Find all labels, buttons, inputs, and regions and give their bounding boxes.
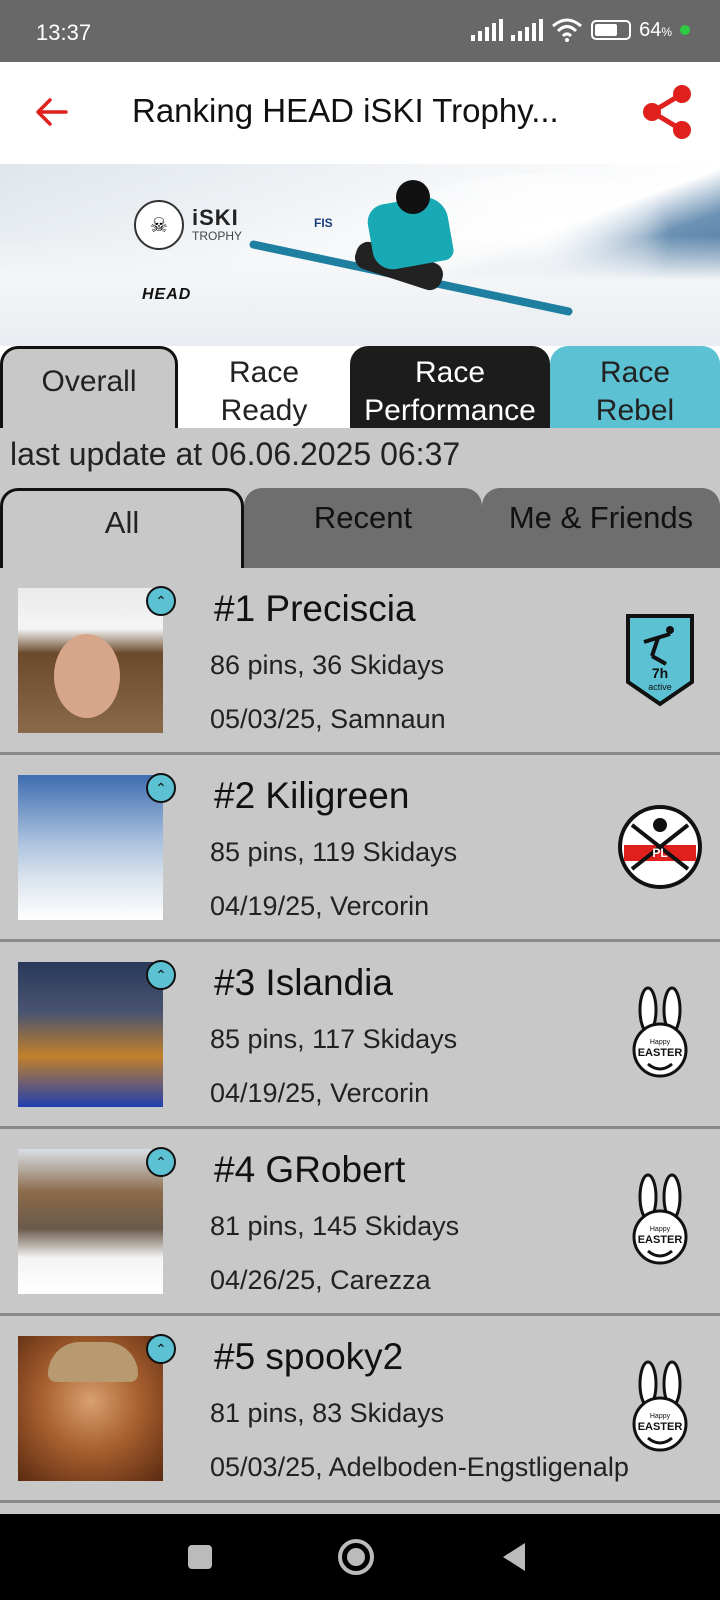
list-item[interactable]: ⌃ #1 Preciscia 86 pins, 36 Skidays 05/03… xyxy=(0,568,720,755)
list-item[interactable]: ⌃ #4 GRobert 81 pins, 145 Skidays 04/26/… xyxy=(0,1129,720,1316)
player-name: #5 spooky2 xyxy=(214,1336,404,1377)
last-date-location: 04/19/25, Vercorin xyxy=(210,1078,430,1108)
pl-helmet-badge-icon: PL xyxy=(618,805,702,889)
svg-text:EASTER: EASTER xyxy=(638,1047,683,1059)
back-arrow-icon[interactable] xyxy=(32,92,72,132)
level-chevron-icon: ⌃ xyxy=(146,586,176,616)
page-title: Ranking HEAD iSKI Trophy... xyxy=(132,92,559,129)
svg-text:Happy: Happy xyxy=(650,1413,671,1420)
list-item[interactable]: ⌃ #5 spooky2 81 pins, 83 Skidays 05/03/2… xyxy=(0,1316,720,1503)
signal-icon xyxy=(471,19,504,41)
avatar xyxy=(18,775,163,920)
avatar xyxy=(18,588,163,733)
svg-text:EASTER: EASTER xyxy=(638,1234,683,1246)
player-name: #3 Islandia xyxy=(214,962,393,1003)
pins-skidays: 85 pins, 119 Skidays xyxy=(210,837,458,867)
easter-bunny-badge-icon: Happy EASTER xyxy=(632,1360,688,1452)
level-chevron-icon: ⌃ xyxy=(146,960,176,990)
square-icon xyxy=(188,1545,212,1569)
tab-overall[interactable]: Overall xyxy=(0,346,178,428)
pins-skidays: 86 pins, 36 Skidays xyxy=(210,650,445,680)
system-nav-bar xyxy=(0,1514,720,1600)
active-hours-badge-icon: 7h active xyxy=(626,614,694,707)
share-icon[interactable] xyxy=(640,84,696,140)
last-date-location: 04/26/25, Carezza xyxy=(210,1265,431,1295)
iski-logo: ☠ iSKI TROPHY xyxy=(134,200,242,250)
race-category-tabs: Overall Race Ready Race Performance Race… xyxy=(0,346,720,428)
avatar xyxy=(18,1149,163,1294)
svg-text:EASTER: EASTER xyxy=(638,1421,683,1433)
pins-skidays: 81 pins, 145 Skidays xyxy=(210,1211,460,1241)
svg-text:Happy: Happy xyxy=(650,1226,671,1233)
wifi-icon xyxy=(552,18,583,42)
status-dot xyxy=(680,25,690,35)
easter-bunny-badge-icon: Happy EASTER xyxy=(632,1173,688,1265)
triangle-back-icon xyxy=(503,1543,525,1571)
tab-race-rebel[interactable]: Race Rebel xyxy=(550,346,720,428)
filter-tabs: Recent Me & Friends All xyxy=(0,488,720,568)
fis-logo: FIS xyxy=(314,216,333,230)
last-date-location: 05/03/25, Adelboden-Engstligenalp xyxy=(210,1452,629,1482)
hero-banner: ☠ iSKI TROPHY FIS HEAD xyxy=(0,164,720,346)
signal-icon-2 xyxy=(511,19,544,41)
status-time: 13:37 xyxy=(36,20,92,45)
app-bar: Ranking HEAD iSKI Trophy... xyxy=(0,62,720,164)
level-chevron-icon: ⌃ xyxy=(146,1147,176,1177)
easter-bunny-badge-icon: Happy EASTER xyxy=(632,986,688,1078)
avatar xyxy=(18,962,163,1107)
recents-button[interactable] xyxy=(160,1514,240,1600)
level-chevron-icon: ⌃ xyxy=(146,1334,176,1364)
head-logo: HEAD xyxy=(142,286,192,303)
last-date-location: 05/03/25, Samnaun xyxy=(210,704,446,734)
player-name: #2 Kiligreen xyxy=(214,775,410,816)
avatar xyxy=(18,1336,163,1481)
tab-race-performance[interactable]: Race Performance xyxy=(350,346,550,428)
tab-race-ready[interactable]: Race Ready xyxy=(178,346,350,428)
battery-icon xyxy=(591,20,632,40)
pins-skidays: 81 pins, 83 Skidays xyxy=(210,1398,445,1428)
battery-level: 64% xyxy=(639,18,672,41)
last-date-location: 04/19/25, Vercorin xyxy=(210,891,430,921)
svg-text:Happy: Happy xyxy=(650,1039,671,1046)
ranking-list: ⌃ #1 Preciscia 86 pins, 36 Skidays 05/03… xyxy=(0,568,720,1503)
home-button[interactable] xyxy=(316,1514,396,1600)
back-button[interactable] xyxy=(474,1514,554,1600)
svg-text:active: active xyxy=(648,682,672,692)
status-bar: 13:37 64% xyxy=(0,0,720,62)
player-name: #1 Preciscia xyxy=(214,588,416,629)
player-name: #4 GRobert xyxy=(214,1149,406,1190)
list-item[interactable]: ⌃ #3 Islandia 85 pins, 117 Skidays 04/19… xyxy=(0,942,720,1129)
pins-skidays: 85 pins, 117 Skidays xyxy=(210,1024,458,1054)
circle-icon xyxy=(338,1539,374,1575)
last-update-text: last update at 06.06.2025 06:37 xyxy=(10,436,461,472)
status-icons: 64% xyxy=(471,18,690,42)
list-item[interactable]: ⌃ #2 Kiligreen 85 pins, 119 Skidays 04/1… xyxy=(0,755,720,942)
tab-recent[interactable]: Recent xyxy=(244,488,482,568)
skull-logo-icon: ☠ xyxy=(134,200,184,250)
svg-text:7h: 7h xyxy=(652,665,668,681)
tab-me-friends[interactable]: Me & Friends xyxy=(482,488,720,568)
level-chevron-icon: ⌃ xyxy=(146,773,176,803)
tab-all[interactable]: All xyxy=(0,488,244,568)
svg-text:PL: PL xyxy=(652,846,667,860)
